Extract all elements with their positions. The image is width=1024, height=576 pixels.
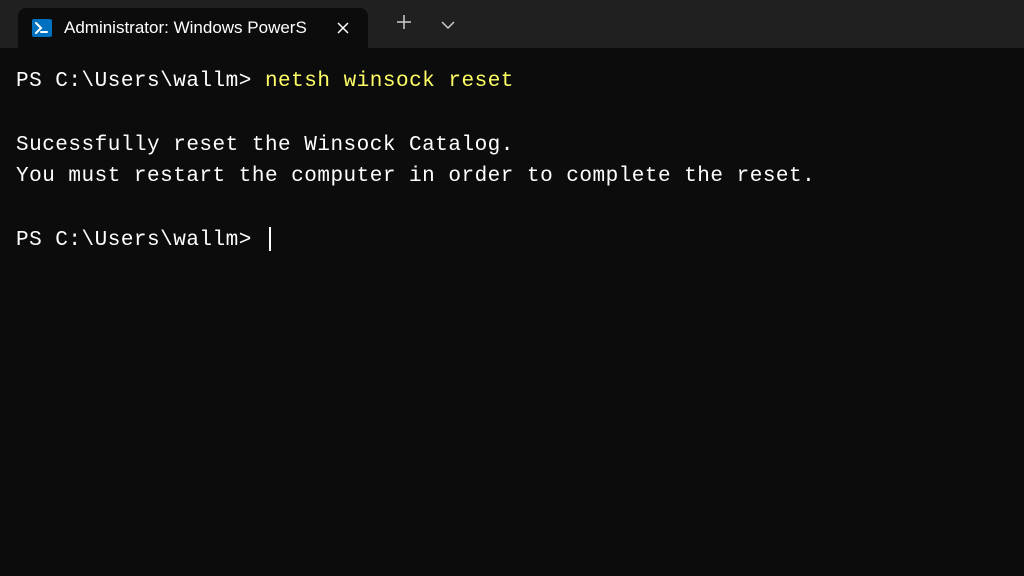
- command-line-1: PS C:\Users\wallm> netsh winsock reset: [16, 66, 1008, 98]
- cursor: [269, 227, 271, 251]
- prompt: PS C:\Users\wallm>: [16, 70, 265, 93]
- tab-title: Administrator: Windows PowerS: [64, 18, 320, 38]
- output-line: Sucessfully reset the Winsock Catalog.: [16, 134, 514, 157]
- tab-actions: [368, 13, 456, 36]
- prompt: PS C:\Users\wallm>: [16, 229, 265, 252]
- command-output: Sucessfully reset the Winsock Catalog. Y…: [16, 130, 1008, 193]
- powershell-icon: [32, 19, 52, 37]
- tab-bar: Administrator: Windows PowerS: [0, 0, 1024, 48]
- command-text: netsh winsock reset: [265, 70, 514, 93]
- active-tab[interactable]: Administrator: Windows PowerS: [18, 8, 368, 48]
- output-line: You must restart the computer in order t…: [16, 165, 815, 188]
- command-line-2: PS C:\Users\wallm>: [16, 225, 1008, 257]
- terminal-area[interactable]: PS C:\Users\wallm> netsh winsock reset S…: [0, 48, 1024, 274]
- close-tab-button[interactable]: [332, 17, 354, 39]
- tab-dropdown-button[interactable]: [440, 13, 456, 36]
- new-tab-button[interactable]: [396, 13, 412, 36]
